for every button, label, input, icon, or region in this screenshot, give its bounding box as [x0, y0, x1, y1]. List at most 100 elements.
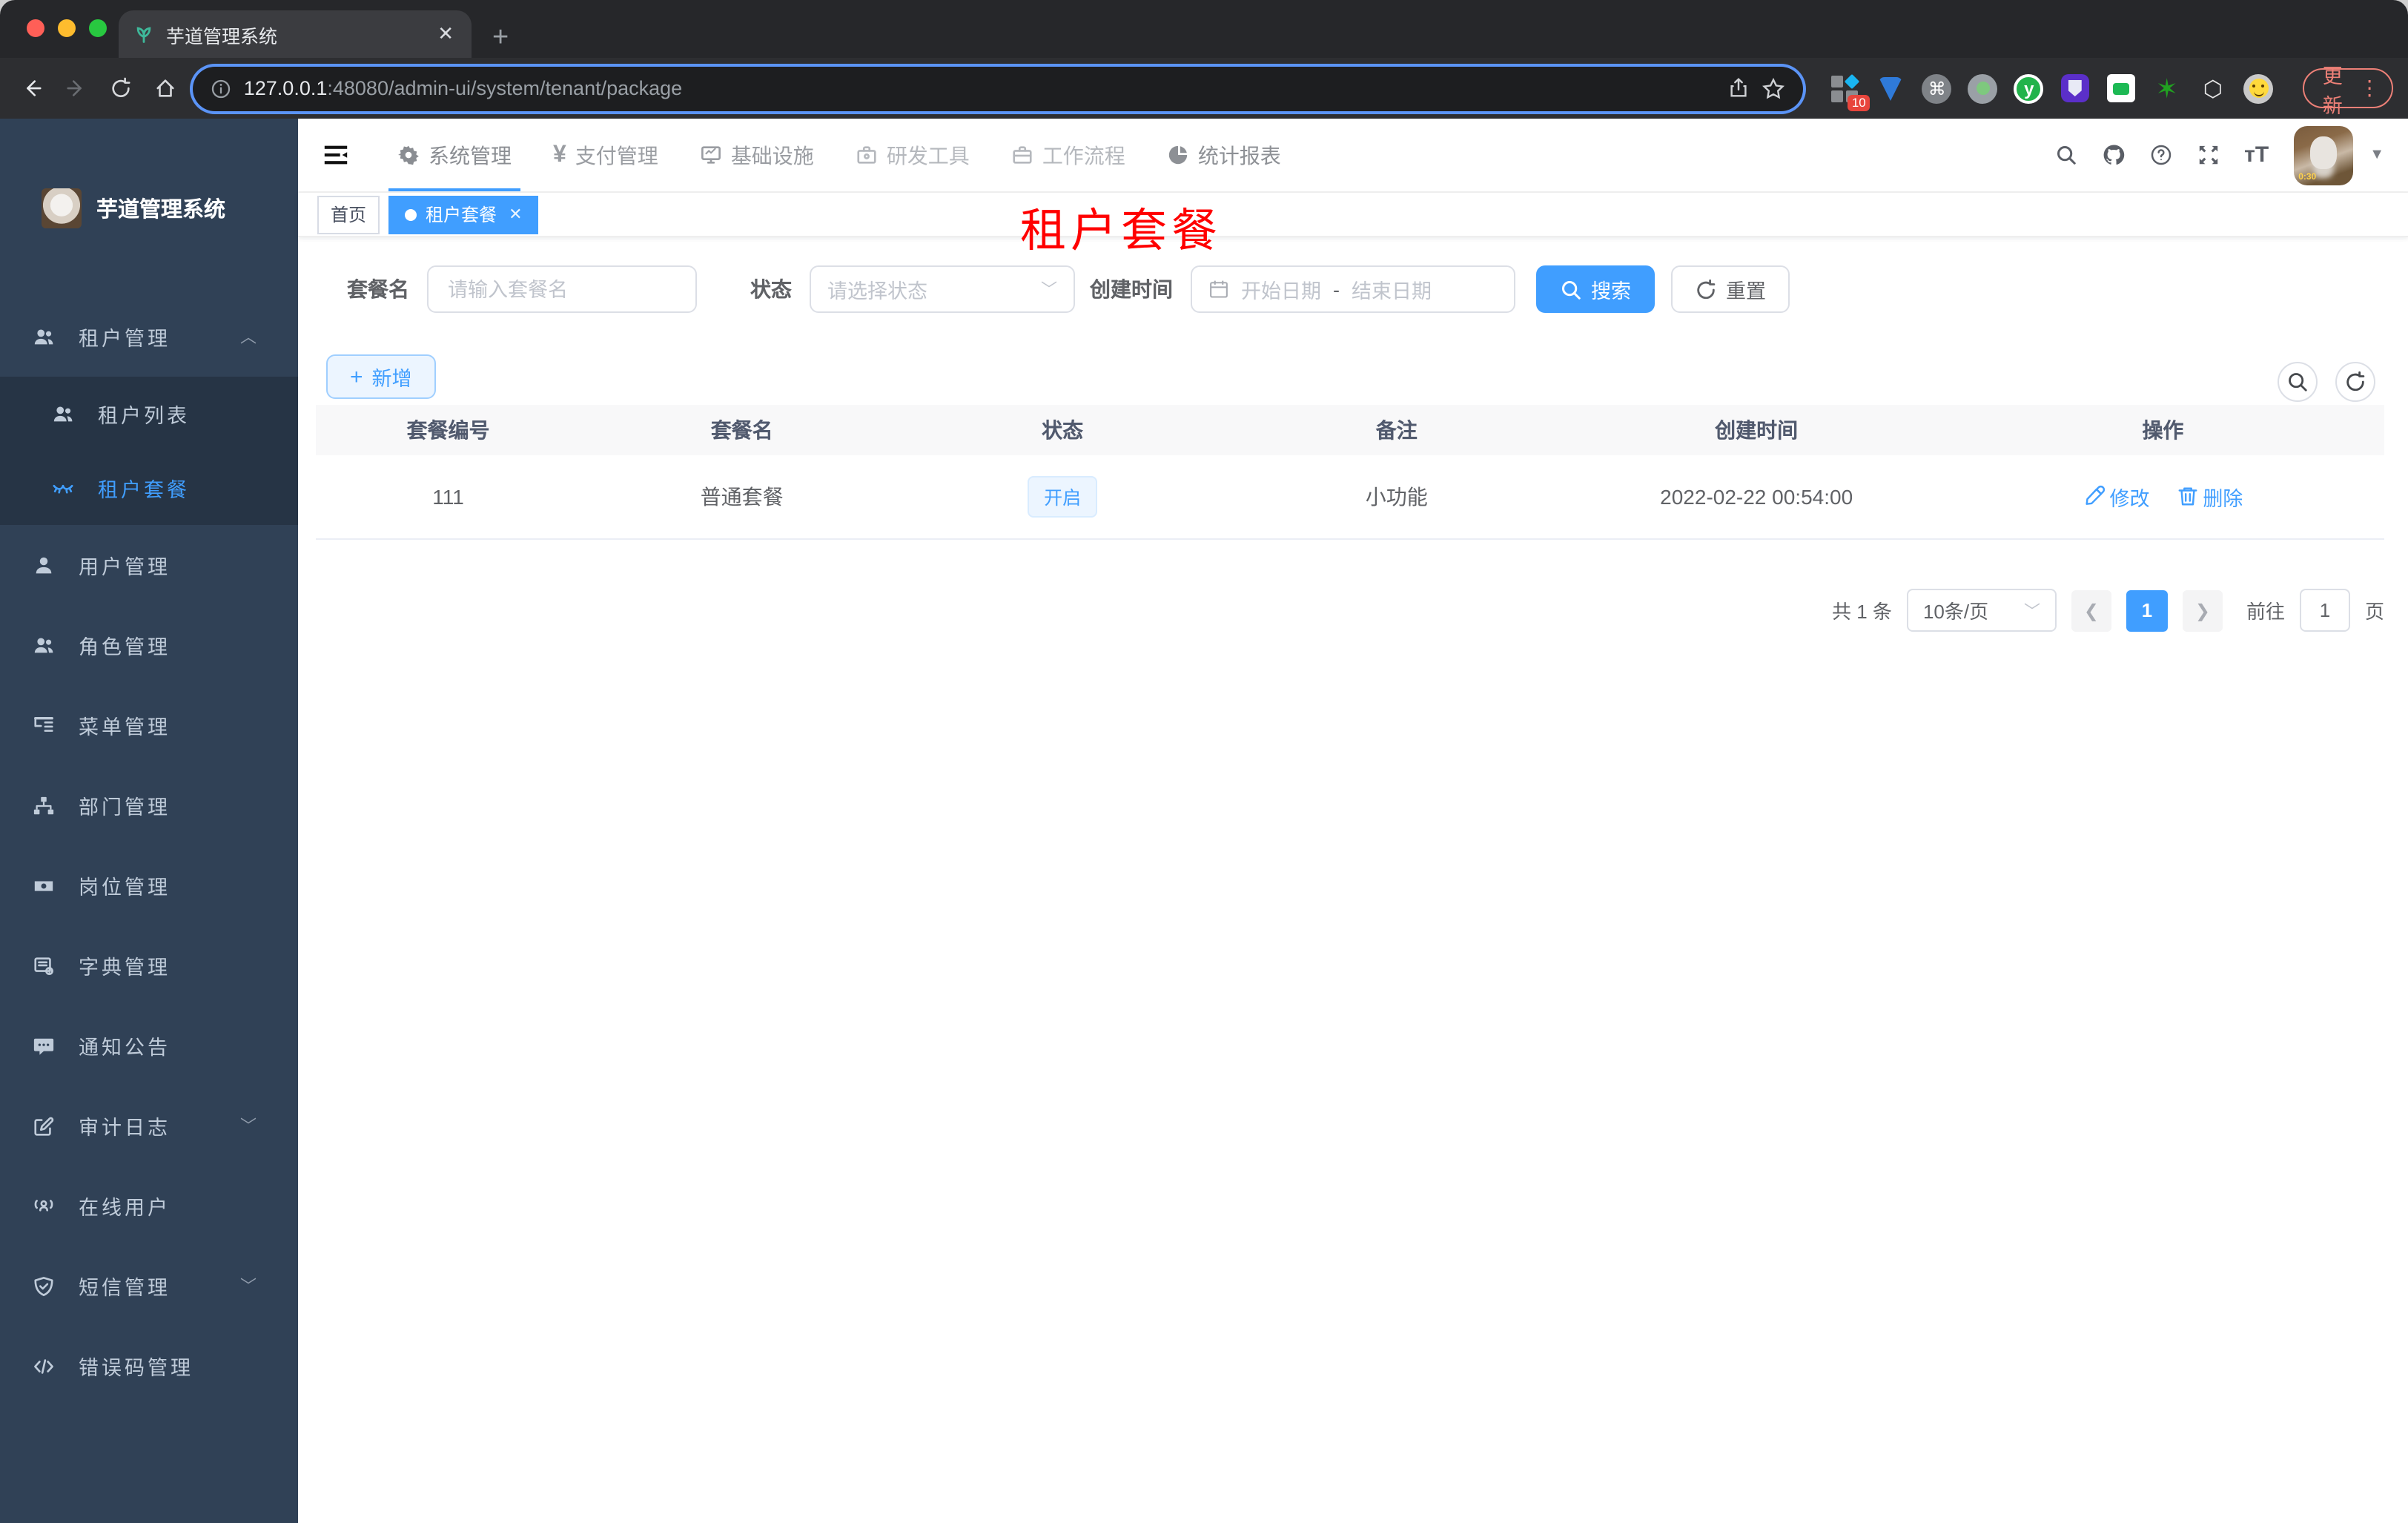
page-title: 租户套餐: [1020, 205, 1222, 257]
tag-tenant-package[interactable]: 租户套餐 ✕: [388, 195, 539, 234]
search-button[interactable]: 搜索: [1536, 265, 1655, 313]
url-text[interactable]: 127.0.0.1:48080/admin-ui/system/tenant/p…: [244, 77, 1716, 99]
refresh-icon: [1697, 278, 1716, 299]
show-search-icon-button[interactable]: [2278, 362, 2318, 402]
status-select[interactable]: 请选择状态 ﹀: [810, 265, 1075, 313]
goto-label: 前往: [2246, 601, 2285, 623]
sidebar-item-menu-management[interactable]: 菜单管理: [0, 685, 298, 765]
tab-title: 芋道管理系统: [166, 26, 278, 47]
github-icon[interactable]: [2102, 144, 2124, 166]
package-name-input[interactable]: [445, 277, 679, 302]
next-page-button[interactable]: ❯: [2182, 589, 2223, 631]
top-menu-report[interactable]: 统计报表: [1146, 119, 1302, 191]
delete-link[interactable]: 删除: [2176, 481, 2243, 511]
sidebar-item-label: 租户列表: [98, 405, 190, 427]
top-menu-workflow[interactable]: 工作流程: [990, 119, 1146, 191]
refresh-table-icon-button[interactable]: [2335, 362, 2375, 402]
sidebar-item-audit-log[interactable]: 审计日志 ﹀: [0, 1086, 298, 1166]
search-icon[interactable]: [2054, 144, 2077, 166]
sidebar-item-dept-management[interactable]: 部门管理: [0, 765, 298, 845]
sidebar-item-error-code[interactable]: 错误码管理: [0, 1326, 298, 1406]
help-icon[interactable]: [2149, 144, 2172, 166]
monitor-icon: [700, 144, 722, 166]
avatar[interactable]: 0:30: [2294, 125, 2354, 185]
back-button[interactable]: [15, 67, 47, 109]
extension-chat-icon[interactable]: [2106, 73, 2136, 103]
tab-close-icon[interactable]: ✕: [434, 22, 457, 46]
sidebar-item-tenant-list[interactable]: 租户列表: [0, 377, 298, 451]
calendar-icon: [1210, 280, 1228, 298]
sidebar-item-notice[interactable]: 通知公告: [0, 1005, 298, 1086]
reset-button[interactable]: 重置: [1671, 265, 1790, 313]
sidebar-item-post-management[interactable]: 岗位管理: [0, 845, 298, 925]
sidebar-item-label: 岗位管理: [79, 876, 171, 899]
sidebar-item-label: 错误码管理: [79, 1357, 194, 1379]
cell-package-name: 普通套餐: [580, 455, 904, 539]
top-menu-dev-tools[interactable]: 研发工具: [835, 119, 990, 191]
extension-grid-icon[interactable]: 10: [1830, 73, 1870, 110]
prev-page-button[interactable]: ❮: [2071, 589, 2111, 631]
extension-emoji-icon[interactable]: [2243, 73, 2274, 103]
sidebar-logo[interactable]: 芋道管理系统: [0, 119, 298, 297]
forward-button[interactable]: [59, 67, 92, 109]
extension-star-icon[interactable]: ✶: [2152, 73, 2182, 103]
sidebar-item-online-users[interactable]: 在线用户: [0, 1166, 298, 1246]
status-badge[interactable]: 开启: [1028, 475, 1098, 518]
fullscreen-icon[interactable]: [2197, 144, 2219, 166]
top-navbar: 系统管理 ¥ 支付管理 基础设施 研发工具 工作流程 统计报表 ᴛT 0:30 …: [298, 119, 2408, 193]
top-menu-system[interactable]: 系统管理: [377, 119, 532, 191]
browser-toolbar: 127.0.0.1:48080/admin-ui/system/tenant/p…: [0, 58, 2408, 119]
maximize-window-button[interactable]: [89, 19, 107, 37]
sidebar-item-tenant-package[interactable]: 租户套餐: [0, 451, 298, 525]
goto-page-input[interactable]: [2299, 589, 2350, 632]
current-page-button[interactable]: 1: [2126, 589, 2168, 631]
new-tab-button[interactable]: +: [492, 24, 509, 52]
share-icon[interactable]: [1728, 77, 1750, 99]
update-label: 更新: [2322, 65, 2343, 116]
sidebar-item-role-management[interactable]: 角色管理: [0, 605, 298, 685]
chevron-up-icon: ︿: [240, 329, 257, 347]
add-button[interactable]: + 新增: [326, 354, 436, 399]
tag-home[interactable]: 首页: [317, 195, 380, 234]
browser-menu-icon[interactable]: ⋮: [2359, 76, 2380, 101]
page-size-select[interactable]: 10条/页 ﹀: [1906, 589, 2057, 632]
top-menu-label: 基础设施: [730, 143, 814, 167]
window-controls[interactable]: [27, 19, 107, 37]
sidebar-collapse-icon[interactable]: [322, 141, 350, 169]
site-info-icon[interactable]: [211, 78, 232, 99]
close-window-button[interactable]: [27, 19, 44, 37]
address-bar[interactable]: 127.0.0.1:48080/admin-ui/system/tenant/p…: [193, 66, 1804, 110]
extension-puzzle-icon[interactable]: ⬡: [2198, 73, 2228, 103]
col-created-time: 创建时间: [1571, 405, 1942, 455]
browser-window: 芋道管理系统 ✕ + 127.0.0.1:48080/admin-ui/syst…: [0, 0, 2408, 1523]
extension-command-icon[interactable]: ⌘: [1922, 73, 1952, 103]
extension-shield-icon[interactable]: [2060, 73, 2090, 103]
bookmark-star-icon[interactable]: [1762, 76, 1786, 100]
top-menu-infra[interactable]: 基础设施: [679, 119, 835, 191]
filter-name-label: 套餐名: [347, 277, 409, 301]
tag-close-icon[interactable]: ✕: [509, 205, 522, 224]
dict-icon: [31, 954, 55, 977]
top-menu-pay[interactable]: ¥ 支付管理: [532, 119, 679, 191]
sidebar-item-dict-management[interactable]: 字典管理: [0, 925, 298, 1005]
home-button[interactable]: [149, 67, 182, 109]
sidebar-item-label: 在线用户: [79, 1197, 171, 1219]
font-size-icon[interactable]: ᴛT: [2244, 142, 2269, 168]
edit-link[interactable]: 修改: [2083, 481, 2150, 511]
sidebar-item-tenant-management[interactable]: 租户管理 ︿: [0, 297, 298, 377]
sidebar-item-sms-management[interactable]: 短信管理 ﹀: [0, 1246, 298, 1326]
start-date-placeholder[interactable]: 开始日期: [1241, 274, 1321, 304]
date-range-picker[interactable]: 开始日期 - 结束日期: [1191, 265, 1515, 313]
minimize-window-button[interactable]: [58, 19, 76, 37]
table-toolbar: + 新增: [326, 354, 436, 399]
filter-created-label: 创建时间: [1090, 277, 1173, 301]
end-date-placeholder[interactable]: 结束日期: [1352, 274, 1432, 304]
sidebar-item-user-management[interactable]: 用户管理: [0, 525, 298, 605]
extension-gem-icon[interactable]: [1876, 73, 1906, 103]
extension-y-icon[interactable]: y: [2014, 73, 2044, 103]
caret-down-icon[interactable]: ▼: [2369, 147, 2384, 163]
browser-tab[interactable]: 芋道管理系统 ✕: [119, 10, 472, 58]
extension-record-icon[interactable]: [1968, 73, 1998, 103]
reload-button[interactable]: [104, 67, 136, 109]
browser-update-button[interactable]: 更新 ⋮: [2303, 65, 2394, 116]
